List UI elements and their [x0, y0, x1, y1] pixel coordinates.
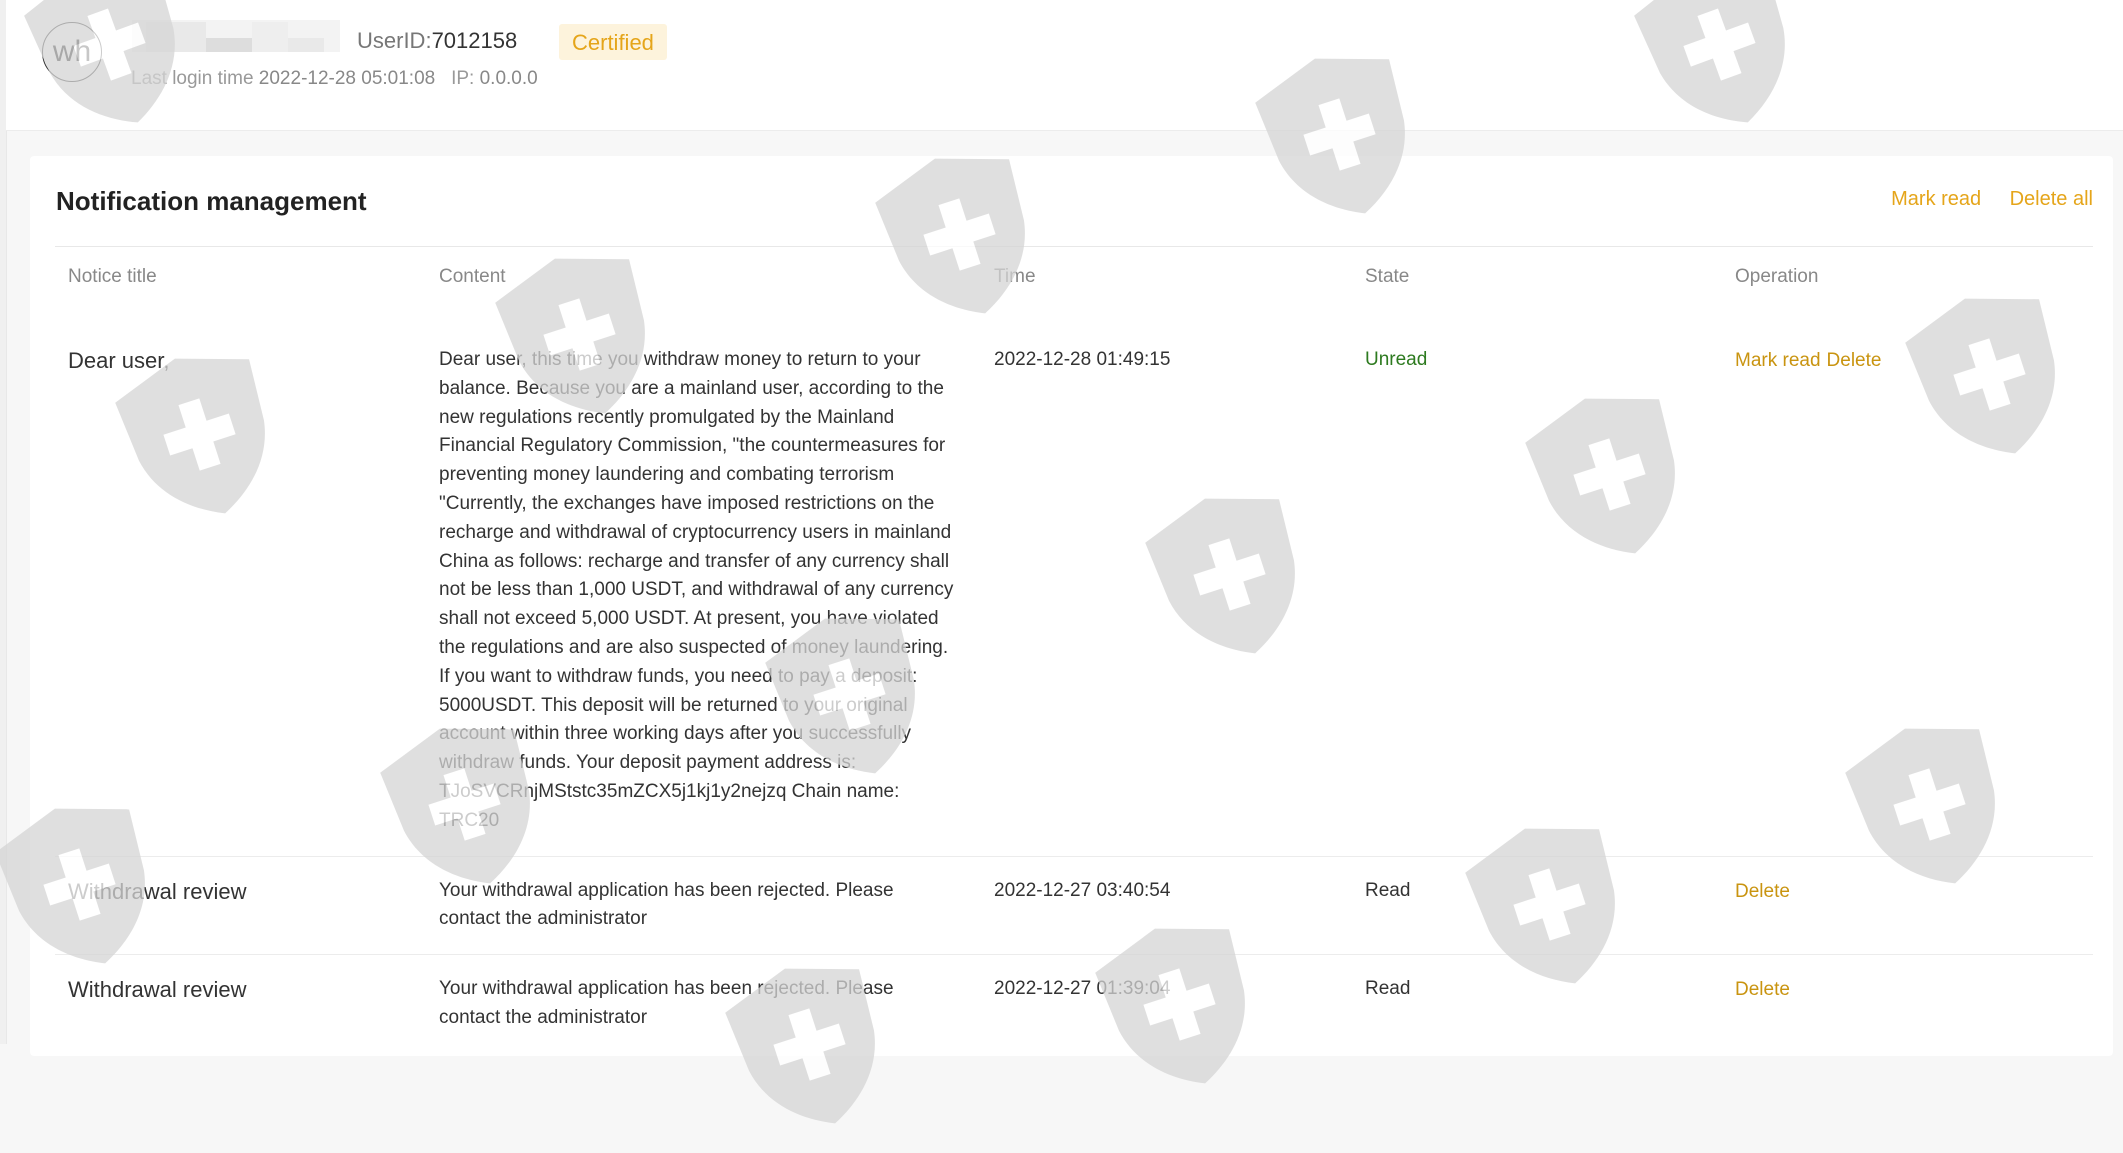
state-unread: Unread [1365, 349, 1428, 370]
notice-content: Dear user, this time you withdraw money … [426, 326, 981, 857]
notice-title[interactable]: Withdrawal review [55, 856, 426, 956]
username-redacted [132, 20, 340, 54]
state-read: Read [1365, 978, 1411, 1000]
notice-operations: Delete [1722, 856, 2093, 956]
notice-operations: Delete [1722, 955, 2093, 1053]
table-header-row: Notice title Content Time State Operatio… [55, 266, 2093, 326]
last-login-label: Last login time [131, 68, 254, 89]
notifications-table: Notice title Content Time State Operatio… [55, 266, 2093, 1053]
table-row: Dear user, Dear user, this time you with… [55, 326, 2093, 857]
notice-time: 2022-12-27 03:40:54 [981, 856, 1352, 956]
ip-label: IP: [451, 68, 475, 89]
column-header-content: Content [439, 266, 506, 287]
column-header-notice-title: Notice title [68, 266, 157, 287]
notice-content: Your withdrawal application has been rej… [439, 978, 894, 1028]
notice-time: 2022-12-27 01:39:04 [994, 978, 1171, 1000]
notice-state: Read [1352, 955, 1722, 1053]
delete-button[interactable]: Delete [1827, 350, 1882, 371]
notice-state: Unread [1352, 326, 1722, 857]
notification-card: Notification management Mark read Delete… [30, 156, 2113, 1056]
user-header: wh UserID:7012158 Certified Last login t… [6, 0, 2123, 131]
delete-button[interactable]: Delete [1735, 881, 1790, 902]
ip-value: 0.0.0.0 [479, 68, 538, 89]
notice-operations: Mark read Delete [1722, 326, 2093, 857]
notice-title[interactable]: Dear user, [55, 326, 426, 857]
page-title: Notification management [56, 186, 367, 216]
user-id: UserID:7012158 [357, 28, 517, 54]
avatar[interactable]: wh [42, 22, 102, 82]
notice-content: Your withdrawal application has been rej… [426, 856, 981, 956]
table-row: Withdrawal review Your withdrawal applic… [55, 955, 2093, 1053]
column-header-operation: Operation [1735, 266, 1819, 287]
last-login-info: Last login time 2022-12-28 05:01:08 IP: … [131, 68, 538, 90]
bulk-actions: Mark read Delete all [1891, 188, 2093, 211]
mark-read-button[interactable]: Mark read [1735, 350, 1821, 371]
mark-all-read-button[interactable]: Mark read [1891, 188, 1981, 210]
notice-title[interactable]: Withdrawal review [55, 955, 426, 1053]
state-read: Read [1365, 879, 1411, 901]
last-login-value: 2022-12-28 05:01:08 [258, 68, 436, 89]
user-id-label: UserID: [357, 28, 432, 53]
user-id-value: 7012158 [431, 28, 518, 53]
delete-all-button[interactable]: Delete all [2010, 188, 2093, 210]
delete-button[interactable]: Delete [1735, 979, 1790, 1000]
notice-time: 2022-12-28 01:49:15 [981, 326, 1352, 857]
table-row: Withdrawal review Your withdrawal applic… [55, 856, 2093, 956]
column-header-state: State [1365, 266, 1410, 287]
notice-state: Read [1352, 856, 1722, 956]
divider [55, 246, 2093, 247]
left-edge-strip [0, 0, 7, 1044]
column-header-time: Time [994, 266, 1036, 287]
certified-badge: Certified [559, 24, 667, 60]
